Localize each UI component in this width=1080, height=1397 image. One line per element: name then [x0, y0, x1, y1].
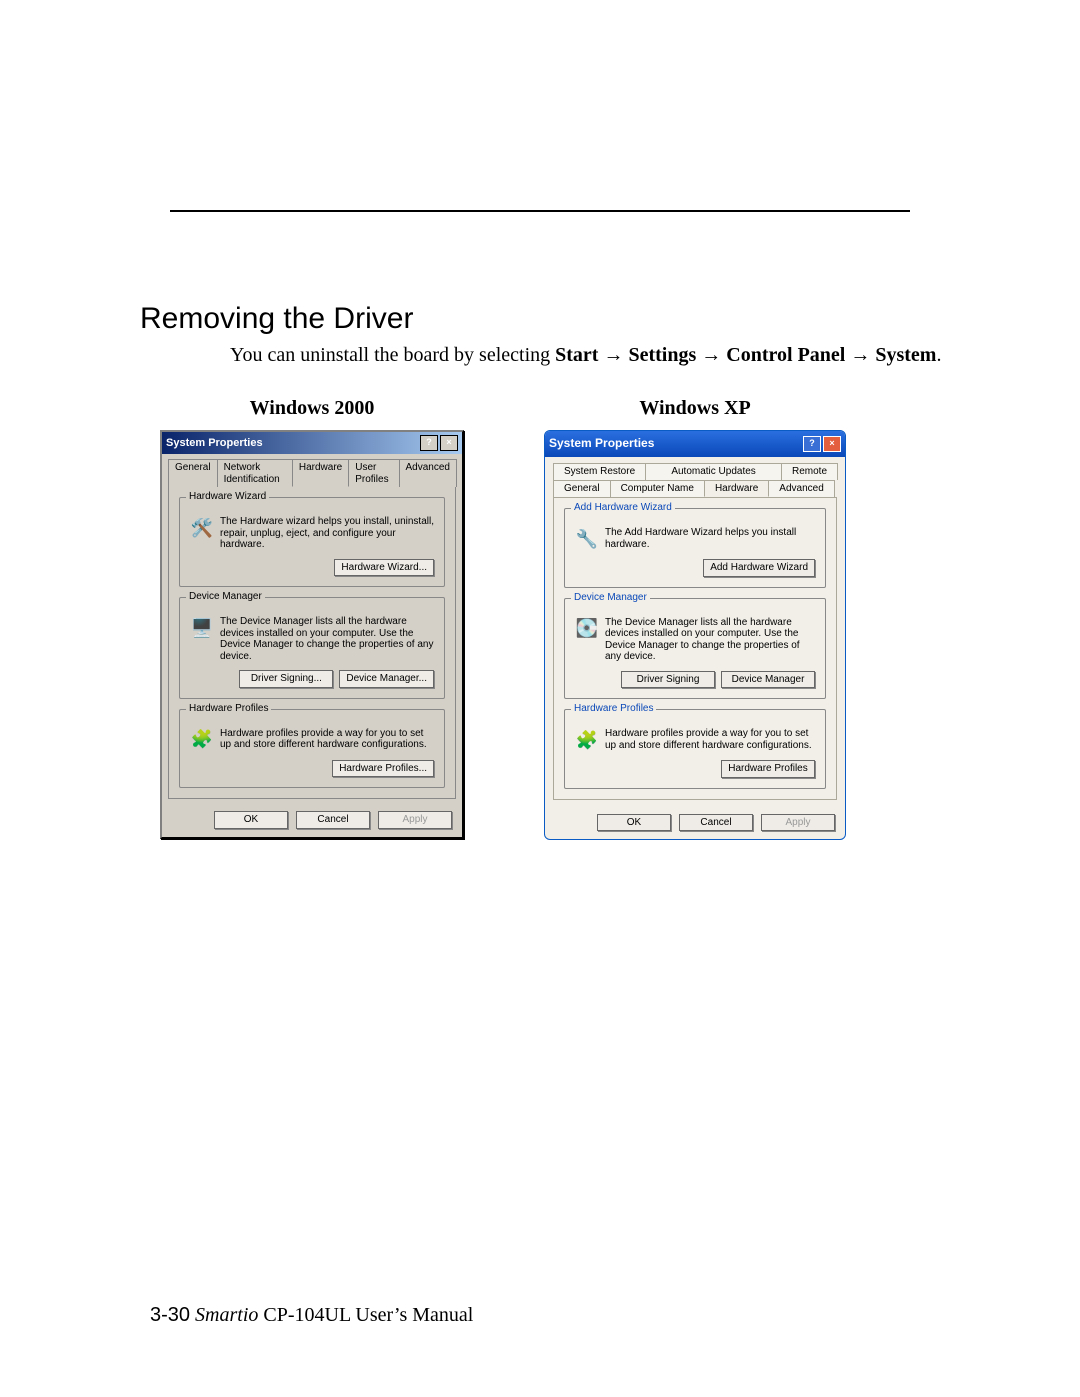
xp-system-properties-dialog: System Properties ? × System Restore Aut… — [544, 430, 846, 840]
w2k-hardware-profiles-group: Hardware Profiles 🧩 Hardware profiles pr… — [179, 709, 445, 789]
tab-general[interactable]: General — [168, 459, 218, 487]
page-number: 3-30 — [150, 1304, 190, 1326]
xp-hw-desc: The Add Hardware Wizard helps you instal… — [605, 527, 815, 551]
tab-network-id[interactable]: Network Identification — [217, 459, 293, 487]
cancel-button[interactable]: Cancel — [679, 814, 753, 832]
xp-os-title: Windows XP — [639, 397, 750, 420]
cancel-button[interactable]: Cancel — [296, 811, 370, 829]
w2k-titlebar[interactable]: System Properties ? × — [162, 432, 462, 454]
w2k-dm-legend: Device Manager — [186, 591, 265, 603]
intro-prefix: You can uninstall the board by selecting — [230, 344, 555, 366]
w2k-hw-legend: Hardware Wizard — [186, 491, 269, 503]
device-manager-button[interactable]: Device Manager... — [339, 670, 434, 688]
tab-computer-name[interactable]: Computer Name — [610, 480, 705, 498]
xp-hw-legend: Add Hardware Wizard — [571, 502, 675, 514]
w2k-system-properties-dialog: System Properties ? × General Network Id… — [160, 430, 464, 839]
ok-button[interactable]: OK — [597, 814, 671, 832]
profile-icon: 🧩 — [575, 728, 599, 752]
w2k-hardware-wizard-group: Hardware Wizard 🛠️ The Hardware wizard h… — [179, 497, 445, 587]
close-icon[interactable]: × — [440, 435, 458, 451]
page-footer: 3-30 Smartio CP-104UL User’s Manual — [150, 1304, 473, 1327]
wrench-icon: 🛠️ — [190, 516, 214, 540]
tab-user-profiles[interactable]: User Profiles — [348, 459, 399, 487]
add-hardware-wizard-button[interactable]: Add Hardware Wizard — [703, 559, 815, 577]
w2k-hp-legend: Hardware Profiles — [186, 703, 271, 715]
xp-hp-desc: Hardware profiles provide a way for you … — [605, 728, 815, 752]
hardware-profiles-button[interactable]: Hardware Profiles — [721, 760, 815, 778]
xp-hp-legend: Hardware Profiles — [571, 703, 656, 715]
xp-dm-legend: Device Manager — [571, 592, 650, 604]
tab-system-restore[interactable]: System Restore — [553, 463, 646, 480]
tab-hardware[interactable]: Hardware — [704, 480, 769, 498]
path-start: Start — [555, 344, 598, 366]
intro-paragraph: You can uninstall the board by selecting… — [230, 344, 1000, 367]
tab-general[interactable]: General — [553, 480, 611, 498]
apply-button[interactable]: Apply — [761, 814, 835, 832]
w2k-os-title: Windows 2000 — [250, 397, 375, 420]
xp-add-hardware-group: Add Hardware Wizard 🔧 The Add Hardware W… — [564, 508, 826, 588]
xp-dm-desc: The Device Manager lists all the hardwar… — [605, 617, 815, 663]
xp-device-manager-group: Device Manager 💽 The Device Manager list… — [564, 598, 826, 700]
tab-hardware[interactable]: Hardware — [292, 459, 349, 487]
path-control-panel: Control Panel — [726, 344, 845, 366]
tab-advanced[interactable]: Advanced — [768, 480, 834, 498]
computer-icon: 🖥️ — [190, 616, 214, 640]
section-heading: Removing the Driver — [140, 302, 1000, 336]
ok-button[interactable]: OK — [214, 811, 288, 829]
w2k-device-manager-group: Device Manager 🖥️ The Device Manager lis… — [179, 597, 445, 699]
card-icon: 💽 — [575, 617, 599, 641]
hardware-profiles-button[interactable]: Hardware Profiles... — [332, 760, 434, 778]
tab-advanced[interactable]: Advanced — [399, 459, 457, 487]
xp-tabs: System Restore Automatic Updates Remote … — [545, 457, 845, 497]
driver-signing-button[interactable]: Driver Signing — [621, 671, 715, 689]
tab-automatic-updates[interactable]: Automatic Updates — [645, 463, 782, 480]
hardware-wizard-button[interactable]: Hardware Wizard... — [334, 559, 434, 577]
w2k-hp-desc: Hardware profiles provide a way for you … — [220, 728, 434, 752]
manual-name: CP-104UL User’s Manual — [258, 1304, 473, 1326]
path-settings: Settings — [628, 344, 696, 366]
help-icon[interactable]: ? — [420, 435, 438, 451]
apply-button[interactable]: Apply — [378, 811, 452, 829]
tab-remote[interactable]: Remote — [781, 463, 838, 480]
xp-title-text: System Properties — [549, 437, 801, 451]
horizontal-rule — [170, 210, 910, 212]
chip-icon: 🔧 — [575, 527, 599, 551]
device-manager-button[interactable]: Device Manager — [721, 671, 815, 689]
driver-signing-button[interactable]: Driver Signing... — [239, 670, 333, 688]
help-icon[interactable]: ? — [803, 436, 821, 452]
brand-name: Smartio — [195, 1304, 258, 1326]
path-system: System — [875, 344, 936, 366]
w2k-tabs: General Network Identification Hardware … — [162, 454, 462, 486]
w2k-dm-desc: The Device Manager lists all the hardwar… — [220, 616, 434, 662]
profile-icon: 🧩 — [190, 728, 214, 752]
w2k-hw-desc: The Hardware wizard helps you install, u… — [220, 516, 434, 551]
close-icon[interactable]: × — [823, 436, 841, 452]
xp-hardware-profiles-group: Hardware Profiles 🧩 Hardware profiles pr… — [564, 709, 826, 789]
w2k-title-text: System Properties — [166, 437, 418, 450]
xp-titlebar[interactable]: System Properties ? × — [545, 431, 845, 457]
